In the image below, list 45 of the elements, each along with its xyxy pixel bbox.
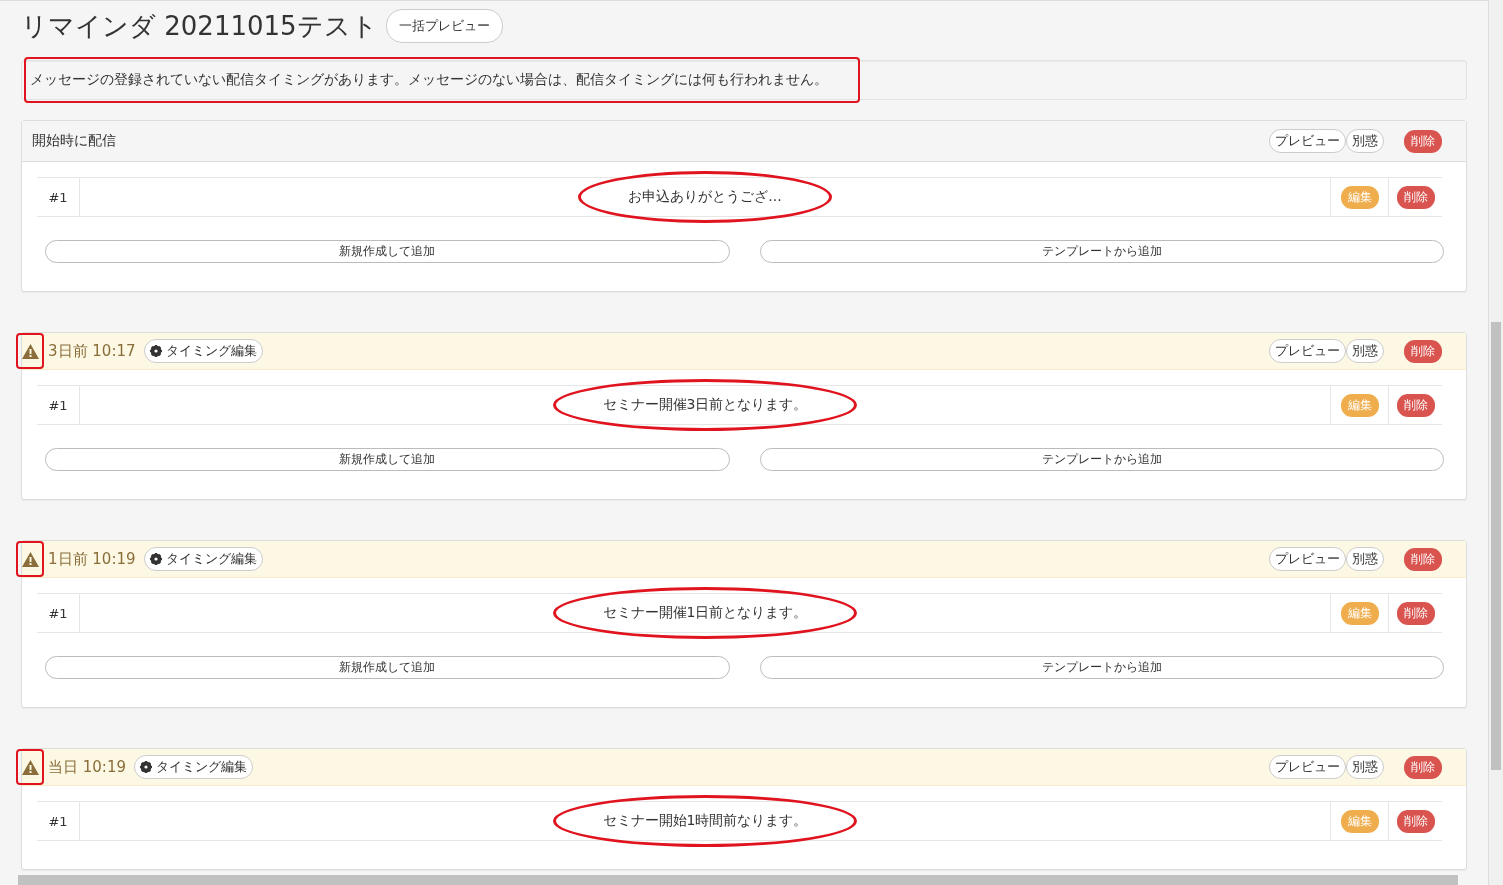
delete-button[interactable]: 削除 bbox=[1404, 339, 1442, 363]
timing-edit-button[interactable]: タイミング編集 bbox=[134, 755, 253, 779]
delete-button[interactable]: 削除 bbox=[1396, 809, 1435, 833]
delete-button[interactable]: 削除 bbox=[1396, 185, 1435, 209]
message-number: #1 bbox=[48, 189, 68, 205]
delete-button[interactable]: 削除 bbox=[1396, 601, 1435, 625]
bulk-preview-button[interactable]: 一括プレビュー bbox=[385, 9, 503, 43]
delete-button[interactable]: 削除 bbox=[1396, 393, 1435, 417]
horizontal-scrollbar[interactable] bbox=[18, 875, 1458, 885]
timing-label: 3日前 10:17 bbox=[48, 341, 136, 361]
preview-button[interactable]: プレビュー bbox=[1269, 129, 1346, 153]
message-title[interactable]: お申込ありがとうござ... bbox=[628, 188, 782, 206]
preview-button[interactable]: プレビュー bbox=[1269, 755, 1346, 779]
add-from-template-button[interactable]: テンプレートから追加 bbox=[759, 656, 1444, 679]
delete-button[interactable]: 削除 bbox=[1404, 129, 1442, 153]
copy-button[interactable]: 別惑 bbox=[1346, 129, 1384, 153]
timing-label: 当日 10:19 bbox=[48, 757, 126, 777]
gear-icon bbox=[149, 345, 162, 357]
vertical-scrollbar[interactable] bbox=[1488, 0, 1503, 885]
copy-button[interactable]: 別惑 bbox=[1346, 339, 1384, 363]
add-from-template-button[interactable]: テンプレートから追加 bbox=[759, 448, 1444, 471]
message-title[interactable]: セミナー開始1時間前なります。 bbox=[602, 812, 808, 830]
create-new-button[interactable]: 新規作成して追加 bbox=[45, 656, 730, 679]
message-number: #1 bbox=[48, 813, 68, 829]
message-number: #1 bbox=[48, 397, 68, 413]
create-new-button[interactable]: 新規作成して追加 bbox=[45, 448, 730, 471]
section-title: 開始時に配信 bbox=[32, 132, 116, 150]
copy-button[interactable]: 別惑 bbox=[1346, 755, 1384, 779]
add-from-template-button[interactable]: テンプレートから追加 bbox=[759, 240, 1444, 263]
message-title[interactable]: セミナー開催3日前となります。 bbox=[602, 396, 808, 414]
timing-edit-button[interactable]: タイミング編集 bbox=[143, 547, 263, 571]
page-title: リマインダ 20211015テスト bbox=[21, 9, 378, 43]
gear-icon bbox=[149, 553, 162, 565]
message-title[interactable]: セミナー開催1日前となります。 bbox=[602, 604, 808, 622]
delete-button[interactable]: 削除 bbox=[1404, 547, 1442, 571]
create-new-button[interactable]: 新規作成して追加 bbox=[45, 240, 730, 263]
highlighted-notice-text: メッセージの登録されていない配信タイミングがあります。メッセージのない場合は、配信タイミングには何も行われません。 bbox=[24, 57, 860, 103]
timing-edit-button[interactable]: タイミング編集 bbox=[143, 339, 263, 363]
message-number: #1 bbox=[48, 605, 68, 621]
delete-button[interactable]: 削除 bbox=[1404, 755, 1442, 779]
gear-icon bbox=[140, 761, 152, 773]
preview-button[interactable]: プレビュー bbox=[1269, 339, 1346, 363]
timing-label: 1日前 10:19 bbox=[48, 549, 136, 569]
preview-button[interactable]: プレビュー bbox=[1269, 547, 1346, 571]
copy-button[interactable]: 別惑 bbox=[1346, 547, 1384, 571]
